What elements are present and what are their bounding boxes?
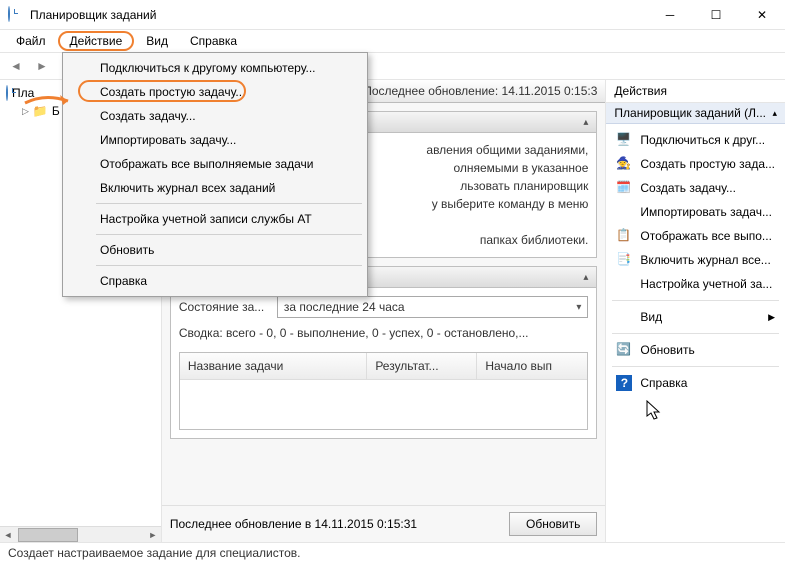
actions-title: Действия: [606, 80, 785, 103]
refresh-icon: 🔄: [616, 342, 632, 358]
menu-refresh[interactable]: Обновить: [66, 238, 364, 262]
menu-at-config[interactable]: Настройка учетной записи службы AT: [66, 207, 364, 231]
statusbar: Создает настраиваемое задание для специа…: [0, 542, 785, 562]
col-name[interactable]: Название задачи: [180, 353, 367, 379]
tree-scrollbar[interactable]: ◄ ►: [0, 526, 161, 542]
chevron-right-icon: ▶: [768, 312, 775, 323]
menu-help[interactable]: Справка: [66, 269, 364, 293]
state-label: Состояние за...: [179, 298, 269, 316]
list-icon: 📋: [616, 228, 632, 244]
task-icon: 🗓️: [616, 180, 632, 196]
menu-action[interactable]: Действие: [58, 31, 135, 51]
time-range-combo[interactable]: за последние 24 часа: [277, 296, 589, 318]
window-title: Планировщик заданий: [30, 8, 647, 22]
scroll-thumb[interactable]: [18, 528, 78, 542]
menu-import[interactable]: Импортировать задачу...: [66, 128, 364, 152]
minimize-button[interactable]: ─: [647, 0, 693, 30]
menu-create[interactable]: Создать задачу...: [66, 104, 364, 128]
center-header-text: (Последнее обновление: 14.11.2015 0:15:3: [359, 84, 597, 98]
back-button[interactable]: ◄: [6, 56, 26, 76]
import-icon: [616, 204, 632, 220]
menu-enable-log[interactable]: Включить журнал всех заданий: [66, 176, 364, 200]
menu-file[interactable]: Файл: [6, 32, 56, 50]
menu-help[interactable]: Справка: [180, 32, 247, 50]
titlebar: Планировщик заданий ─ ☐ ✕: [0, 0, 785, 30]
last-update-text: Последнее обновление в 14.11.2015 0:15:3…: [170, 517, 501, 531]
menu-connect[interactable]: Подключиться к другому компьютеру...: [66, 56, 364, 80]
action-refresh[interactable]: 🔄Обновить: [610, 338, 781, 362]
collapse-icon[interactable]: ▴: [583, 117, 588, 128]
wizard-icon: 🧙: [616, 156, 632, 172]
menubar: Файл Действие Вид Справка: [0, 30, 785, 52]
action-connect[interactable]: 🖥️Подключиться к друг...: [610, 128, 781, 152]
menu-view[interactable]: Вид: [136, 32, 178, 50]
action-menu-dropdown: Подключиться к другому компьютеру... Соз…: [62, 52, 368, 297]
help-icon: ?: [616, 375, 632, 391]
blank-icon: [616, 276, 632, 292]
clock-icon: [6, 86, 8, 100]
col-result[interactable]: Результат...: [367, 353, 477, 379]
action-import[interactable]: Импортировать задач...: [610, 200, 781, 224]
status-text: Создает настраиваемое задание для специа…: [8, 546, 301, 560]
task-list[interactable]: Название задачи Результат... Начало вып: [179, 352, 589, 430]
chevron-up-icon[interactable]: ▴: [772, 108, 777, 119]
scroll-right-icon[interactable]: ►: [145, 527, 161, 543]
action-view[interactable]: Вид▶: [610, 305, 781, 329]
highlight-arrow-icon: [20, 88, 80, 118]
summary-text: Сводка: всего - 0, 0 - выполнение, 0 - у…: [179, 324, 589, 342]
center-footer: Последнее обновление в 14.11.2015 0:15:3…: [162, 505, 606, 542]
log-icon: 📑: [616, 252, 632, 268]
action-help[interactable]: ?Справка: [610, 371, 781, 395]
computer-icon: 🖥️: [616, 132, 632, 148]
action-create-basic[interactable]: 🧙Создать простую зада...: [610, 152, 781, 176]
combo-value: за последние 24 часа: [284, 298, 405, 316]
forward-button[interactable]: ►: [32, 56, 52, 76]
actions-subtitle[interactable]: Планировщик заданий (Л... ▴: [606, 103, 785, 124]
col-start[interactable]: Начало вып: [477, 353, 587, 379]
maximize-button[interactable]: ☐: [693, 0, 739, 30]
action-enable-log[interactable]: 📑Включить журнал все...: [610, 248, 781, 272]
action-create[interactable]: 🗓️Создать задачу...: [610, 176, 781, 200]
menu-show-running[interactable]: Отображать все выполняемые задачи: [66, 152, 364, 176]
close-button[interactable]: ✕: [739, 0, 785, 30]
action-show-running[interactable]: 📋Отображать все выпо...: [610, 224, 781, 248]
action-at-config[interactable]: Настройка учетной за...: [610, 272, 781, 296]
app-icon: [8, 7, 24, 23]
collapse-icon[interactable]: ▴: [583, 272, 588, 283]
actions-pane: Действия Планировщик заданий (Л... ▴ 🖥️П…: [605, 80, 785, 542]
scroll-left-icon[interactable]: ◄: [0, 527, 16, 543]
refresh-button[interactable]: Обновить: [509, 512, 597, 536]
menu-create-basic[interactable]: Создать простую задачу...: [66, 80, 364, 104]
blank-icon: [616, 309, 632, 325]
